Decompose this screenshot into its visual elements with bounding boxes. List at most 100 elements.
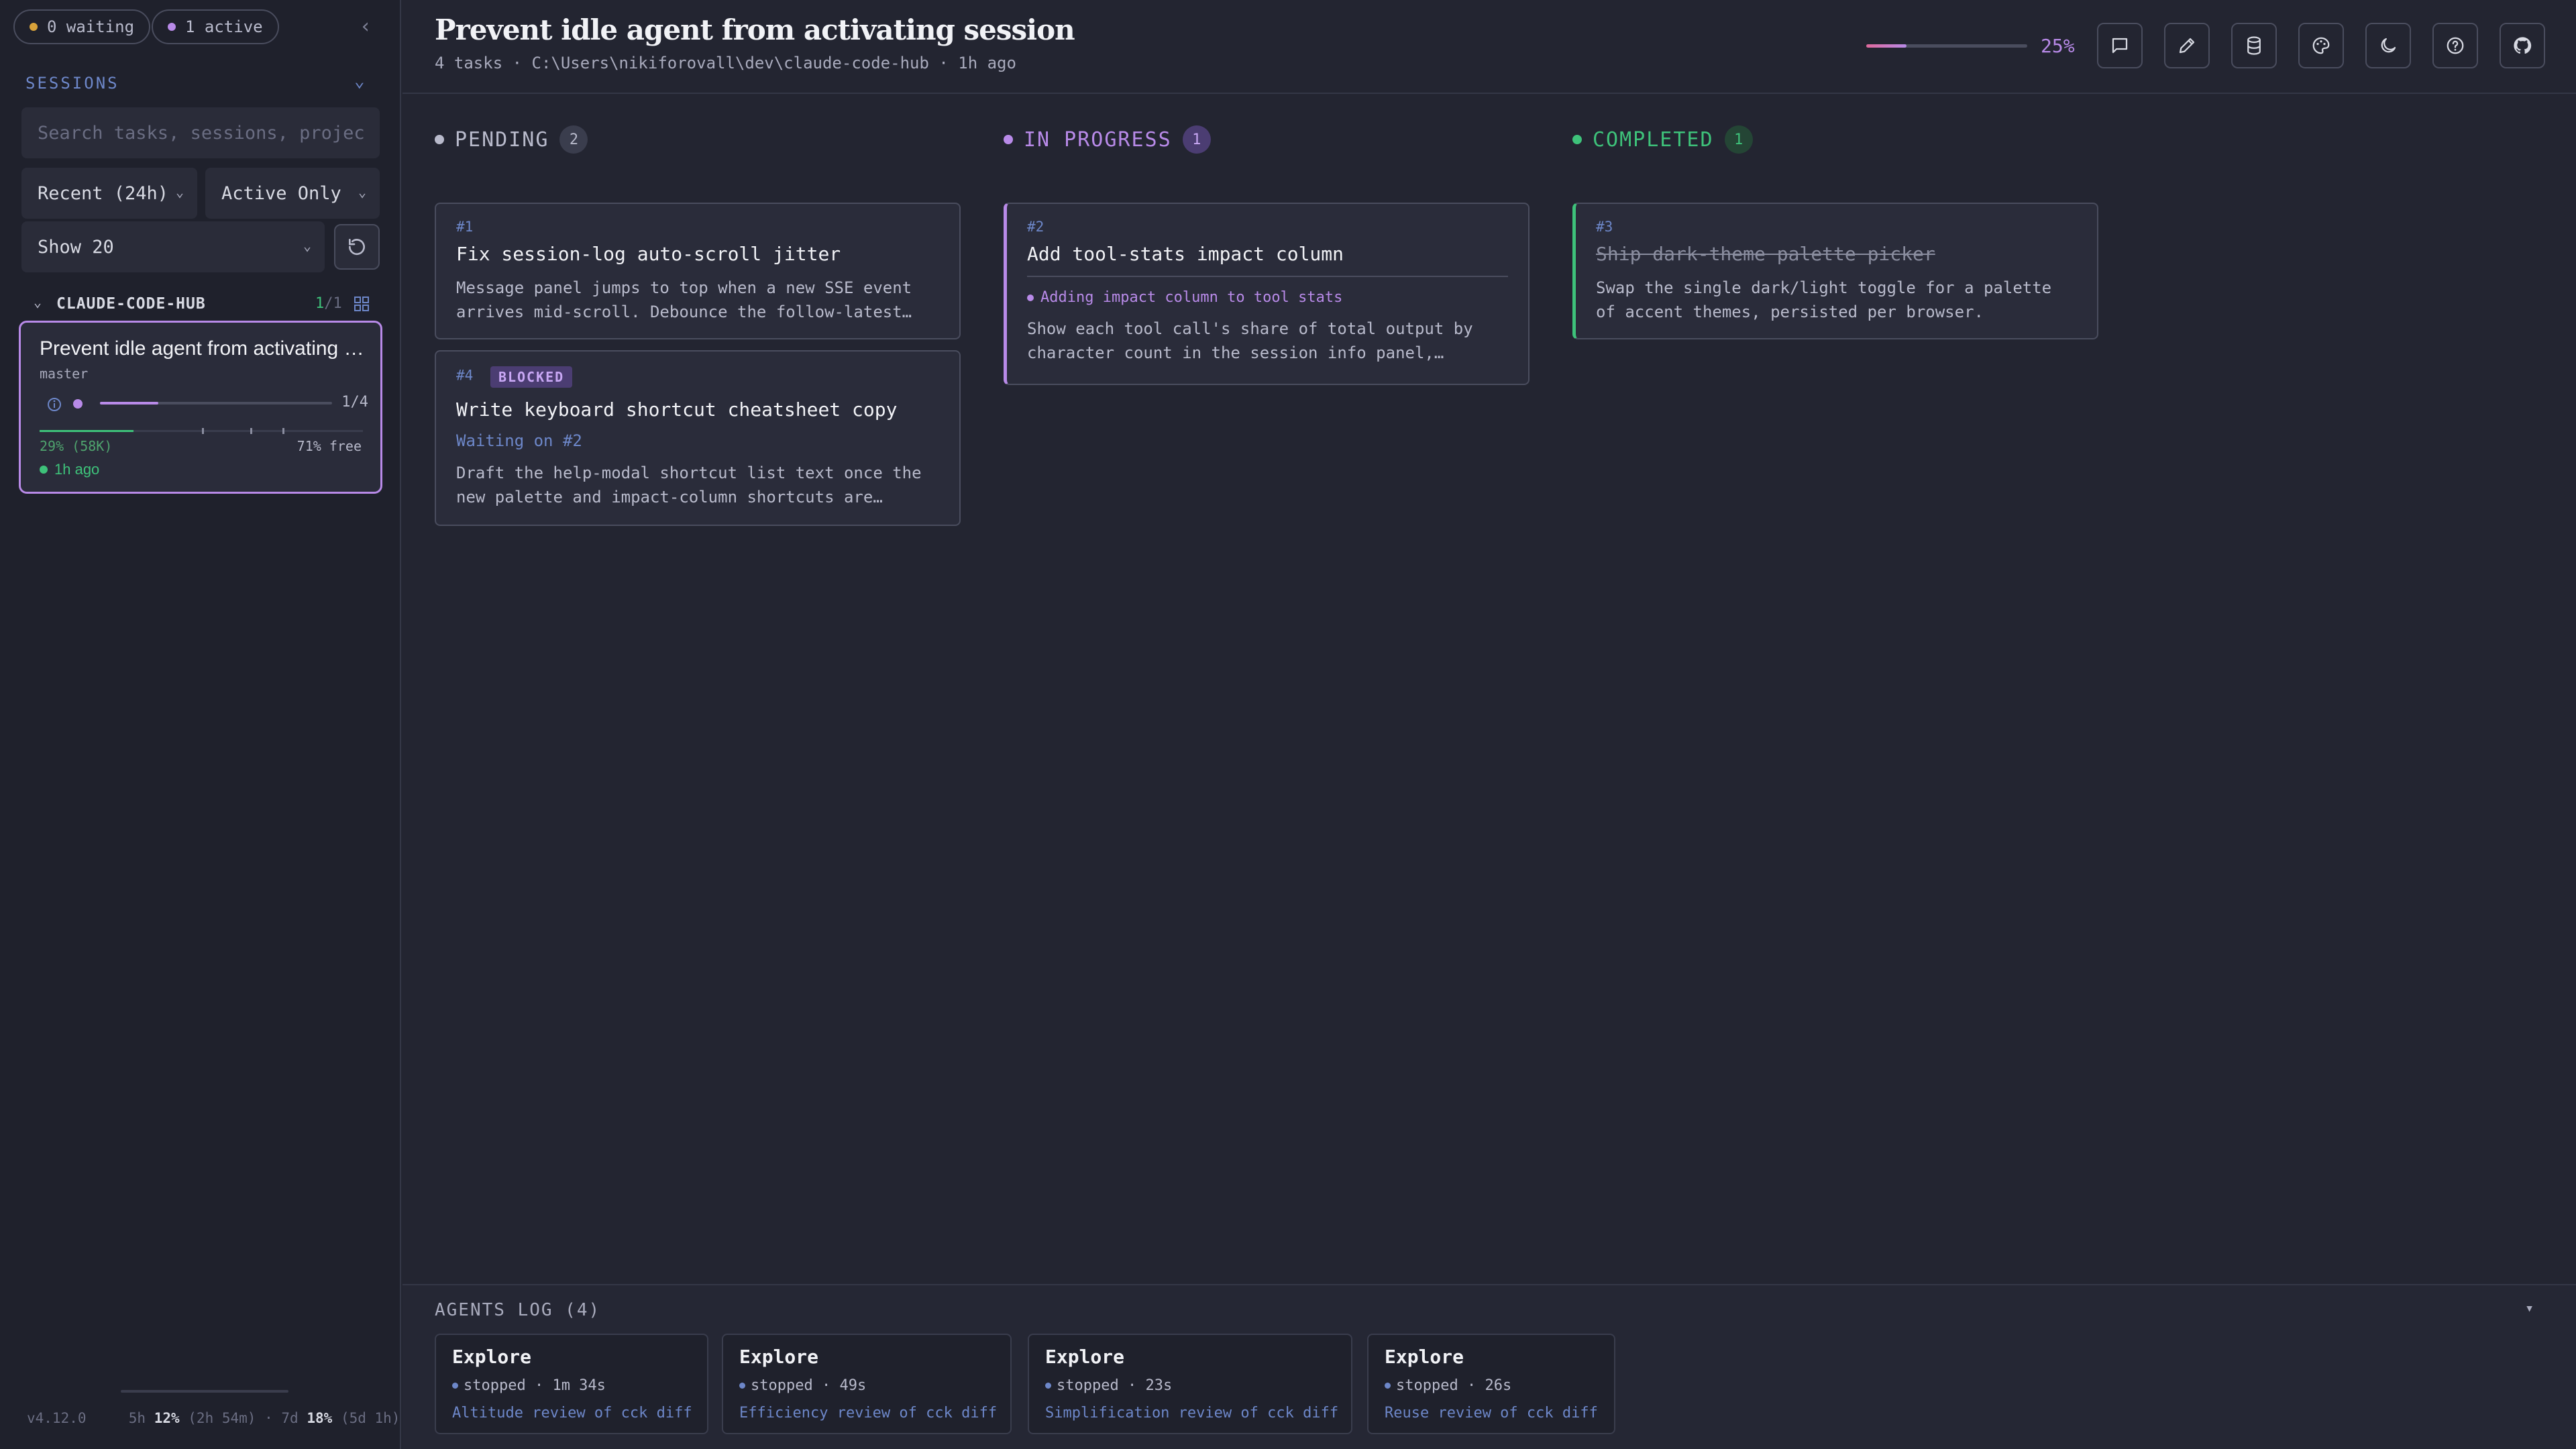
chevron-left-icon[interactable]: ‹: [360, 17, 372, 37]
recent-filter-select[interactable]: Recent (24h) ⌄: [21, 168, 197, 219]
agent-status-label: stopped · 23s: [1057, 1377, 1173, 1394]
info-icon[interactable]: [46, 396, 62, 413]
collapse-toggle-icon[interactable]: ▾: [2525, 1300, 2534, 1317]
github-button[interactable]: [2500, 23, 2545, 68]
app-version: v4.12.0: [27, 1410, 87, 1426]
session-time-label: 1h ago: [54, 461, 100, 478]
edit-icon: [2179, 38, 2195, 54]
context-tick: [282, 428, 284, 434]
chevron-down-icon: ⌄: [175, 184, 184, 200]
session-progress-fill: [100, 402, 158, 405]
task-card[interactable]: #4 BLOCKED Write keyboard shortcut cheat…: [435, 350, 961, 526]
project-group-header[interactable]: ⌄ CLAUDE-CODE-HUB 1/1: [34, 294, 376, 317]
task-card[interactable]: #2 Add tool-stats impact column Adding i…: [1004, 203, 1529, 385]
context-usage-bar: [40, 428, 363, 434]
edit-button[interactable]: [2164, 23, 2210, 68]
database-button[interactable]: [2231, 23, 2277, 68]
task-description: Show each tool call's share of total out…: [1027, 319, 1473, 362]
stopped-dot: [739, 1383, 745, 1389]
page-title: Prevent idle agent from activating sessi…: [435, 13, 1075, 46]
usage-7d-reset: (5d 1h): [340, 1410, 400, 1426]
column-count-badge: 1: [1724, 125, 1753, 154]
live-status-dot: [40, 466, 48, 474]
project-group-name: CLAUDE-CODE-HUB: [56, 295, 206, 313]
task-waiting-on: Waiting on #2: [456, 431, 582, 450]
show-count-value: Show 20: [38, 236, 114, 258]
task-activity-label: Adding impact column to tool stats: [1040, 289, 1343, 306]
refresh-button[interactable]: [334, 224, 380, 270]
agent-status: stopped · 23s: [1045, 1377, 1335, 1394]
session-card[interactable]: Prevent idle agent from activating sessi…: [19, 321, 382, 494]
refresh-icon: [348, 239, 365, 256]
column-header-pending: PENDING 2: [435, 125, 588, 154]
agent-status: stopped · 1m 34s: [452, 1377, 691, 1394]
chevron-down-icon[interactable]: ⌄: [354, 71, 365, 91]
help-icon: [2447, 37, 2464, 54]
context-tick: [202, 428, 204, 434]
task-card[interactable]: #1 Fix session-log auto-scroll jitter Me…: [435, 203, 961, 339]
message-button[interactable]: [2097, 23, 2143, 68]
task-number: #2: [1027, 219, 1044, 235]
agent-description: Reuse review of cck diff: [1385, 1405, 1598, 1421]
recent-filter-value: Recent (24h): [38, 182, 169, 204]
agent-status: stopped · 26s: [1385, 1377, 1598, 1394]
waiting-label: 0 waiting: [47, 17, 135, 36]
chevron-down-icon: ⌄: [303, 237, 311, 254]
agents-log-panel: AGENTS LOG (4) ▾ Explore stopped · 1m 34…: [402, 1284, 2576, 1449]
search-input[interactable]: [21, 107, 380, 158]
overall-progress-label: 25%: [2041, 35, 2075, 57]
usage-5h-label: 5h: [128, 1410, 146, 1426]
blocked-badge: BLOCKED: [490, 366, 573, 388]
message-icon: [2112, 38, 2128, 54]
show-count-select[interactable]: Show 20 ⌄: [21, 221, 325, 272]
task-activity: Adding impact column to tool stats: [1027, 289, 1508, 306]
active-label: 1 active: [185, 17, 263, 36]
database-icon: [2247, 36, 2261, 55]
active-filter-select[interactable]: Active Only ⌄: [205, 168, 380, 219]
agent-card[interactable]: Explore stopped · 23s Simplification rev…: [1028, 1334, 1352, 1434]
activity-dot: [1027, 294, 1034, 301]
active-status-dot: [168, 23, 176, 31]
active-filter-pill[interactable]: 1 active: [152, 9, 279, 44]
context-usage-fill: [40, 430, 133, 432]
active-filter-value: Active Only: [221, 182, 341, 204]
agent-name: Explore: [1045, 1346, 1125, 1368]
usage-7d-pct: 18%: [307, 1410, 333, 1426]
task-number: #1: [456, 219, 474, 235]
agent-card[interactable]: Explore stopped · 26s Reuse review of cc…: [1367, 1334, 1615, 1434]
column-count-badge: 2: [559, 125, 588, 154]
agent-name: Explore: [452, 1346, 532, 1368]
overall-progress-track: [1866, 44, 2027, 48]
column-label: COMPLETED: [1593, 127, 1714, 152]
agent-card[interactable]: Explore stopped · 1m 34s Altitude review…: [435, 1334, 708, 1434]
github-icon: [2514, 37, 2532, 54]
page-subtitle: 4 tasks · C:\Users\nikiforovall\dev\clau…: [435, 54, 1016, 72]
agent-name: Explore: [739, 1346, 819, 1368]
page-header: Prevent idle agent from activating sessi…: [402, 0, 2576, 94]
chevron-down-icon: ⌄: [358, 184, 366, 200]
theme-toggle-button[interactable]: [2365, 23, 2411, 68]
column-label: IN PROGRESS: [1024, 127, 1172, 152]
agent-status: stopped · 49s: [739, 1377, 994, 1394]
session-progress-label: 1/4: [341, 394, 368, 411]
waiting-filter-pill[interactable]: 0 waiting: [13, 9, 151, 44]
column-count-badge: 1: [1182, 125, 1211, 154]
pending-status-dot: [435, 135, 444, 144]
agent-description: Altitude review of cck diff: [452, 1405, 692, 1421]
usage-5h-reset: (2h 54m): [188, 1410, 256, 1426]
grid-icon[interactable]: [354, 297, 369, 311]
stopped-dot: [452, 1383, 458, 1389]
palette-button[interactable]: [2298, 23, 2344, 68]
help-button[interactable]: [2432, 23, 2478, 68]
agent-card[interactable]: Explore stopped · 49s Efficiency review …: [722, 1334, 1012, 1434]
agent-status-label: stopped · 49s: [751, 1377, 867, 1394]
agents-log-title: AGENTS LOG (4): [435, 1300, 601, 1320]
context-free-label: 71% free: [297, 438, 362, 454]
task-card[interactable]: #3 Ship dark-theme palette picker Swap t…: [1572, 203, 2098, 339]
context-tick: [250, 428, 252, 434]
session-branch: master: [40, 366, 89, 382]
agent-name: Explore: [1385, 1346, 1464, 1368]
agent-status-label: stopped · 1m 34s: [464, 1377, 606, 1394]
usage-indicator-bar: [121, 1390, 288, 1393]
usage-5h-pct: 12%: [154, 1410, 180, 1426]
